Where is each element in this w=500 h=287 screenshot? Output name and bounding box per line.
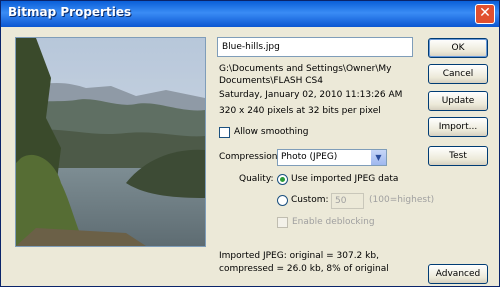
filename-field[interactable]: Blue-hills.jpg [217, 37, 413, 57]
cancel-button[interactable]: Cancel [428, 64, 488, 84]
compression-label: Compression: [219, 152, 281, 162]
summary-line-2: compressed = 26.0 kb, 8% of original [219, 264, 389, 274]
advanced-button[interactable]: Advanced [428, 264, 488, 284]
custom-hint: (100=highest) [369, 195, 435, 205]
date-text: Saturday, January 02, 2010 11:13:26 AM [219, 90, 403, 100]
title-bar[interactable]: Bitmap Properties ✕ [1, 1, 499, 27]
custom-quality-input[interactable]: 50 [331, 193, 364, 209]
update-button[interactable]: Update [428, 91, 488, 111]
image-preview [15, 37, 206, 247]
dimensions-text: 320 x 240 pixels at 32 bits per pixel [219, 106, 381, 116]
close-icon[interactable]: ✕ [475, 4, 495, 24]
chevron-down-icon[interactable]: ▼ [371, 150, 386, 165]
landscape-photo [16, 38, 205, 246]
path-line-1: G:\Documents and Settings\Owner\My [219, 64, 392, 74]
test-button[interactable]: Test [428, 146, 488, 166]
enable-deblocking-label: Enable deblocking [292, 217, 375, 227]
allow-smoothing-checkbox[interactable] [219, 127, 230, 138]
summary-line-1: Imported JPEG: original = 307.2 kb, [219, 251, 379, 261]
enable-deblocking-checkbox[interactable] [277, 217, 288, 228]
import-button[interactable]: Import... [428, 117, 488, 137]
custom-label: Custom: [291, 195, 329, 205]
custom-radio[interactable] [277, 195, 288, 206]
compression-value: Photo (JPEG) [281, 152, 338, 162]
ok-button[interactable]: OK [428, 38, 488, 58]
compression-select[interactable]: Photo (JPEG) ▼ [277, 149, 387, 166]
use-imported-radio[interactable] [277, 174, 288, 185]
use-imported-label: Use imported JPEG data [291, 174, 399, 184]
path-line-2: Documents\FLASH CS4 [219, 76, 323, 86]
quality-label: Quality: [239, 174, 274, 184]
allow-smoothing-label: Allow smoothing [234, 127, 309, 137]
bitmap-properties-dialog: Bitmap Properties ✕ Blue-hills.jpg G:\Do… [0, 0, 500, 287]
window-title: Bitmap Properties [8, 5, 132, 19]
